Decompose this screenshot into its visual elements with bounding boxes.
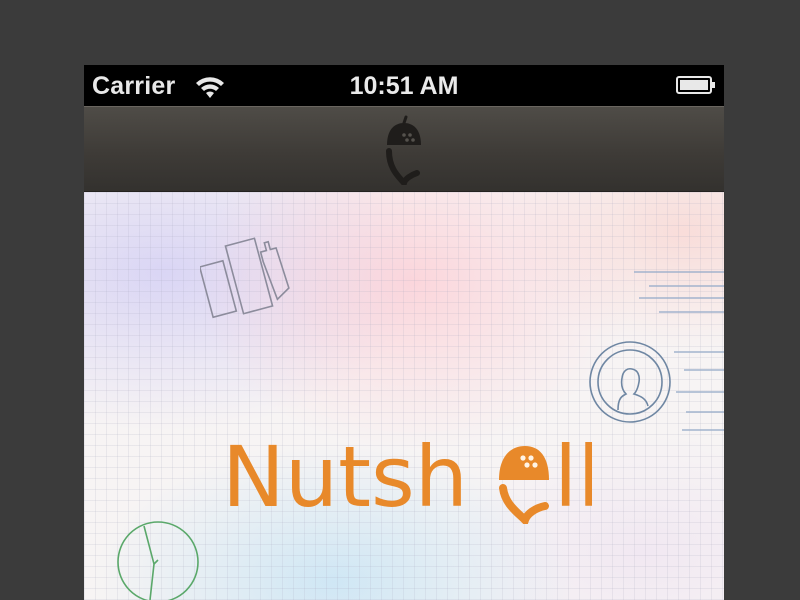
acorn-letter-icon	[499, 446, 549, 524]
brand-name-part-2: ll	[554, 428, 592, 524]
acorn-logo-icon[interactable]	[377, 115, 431, 185]
brand-name-part-1: Nutsh	[222, 428, 468, 524]
phone-screen: Carrier 10:51 AM Nutsh ll	[84, 65, 724, 600]
navigation-bar	[84, 106, 724, 192]
battery-icon	[676, 76, 715, 94]
splash-content: Nutsh ll	[84, 192, 724, 600]
nutshell-wordmark: Nutsh ll	[222, 428, 592, 524]
buildings-icon	[200, 237, 290, 319]
screen-background: Carrier 10:51 AM Nutsh ll	[0, 0, 800, 600]
status-bar: Carrier 10:51 AM	[84, 65, 724, 106]
person-icon	[589, 341, 671, 423]
clock-icon	[117, 521, 199, 600]
status-time: 10:51 AM	[349, 72, 459, 100]
